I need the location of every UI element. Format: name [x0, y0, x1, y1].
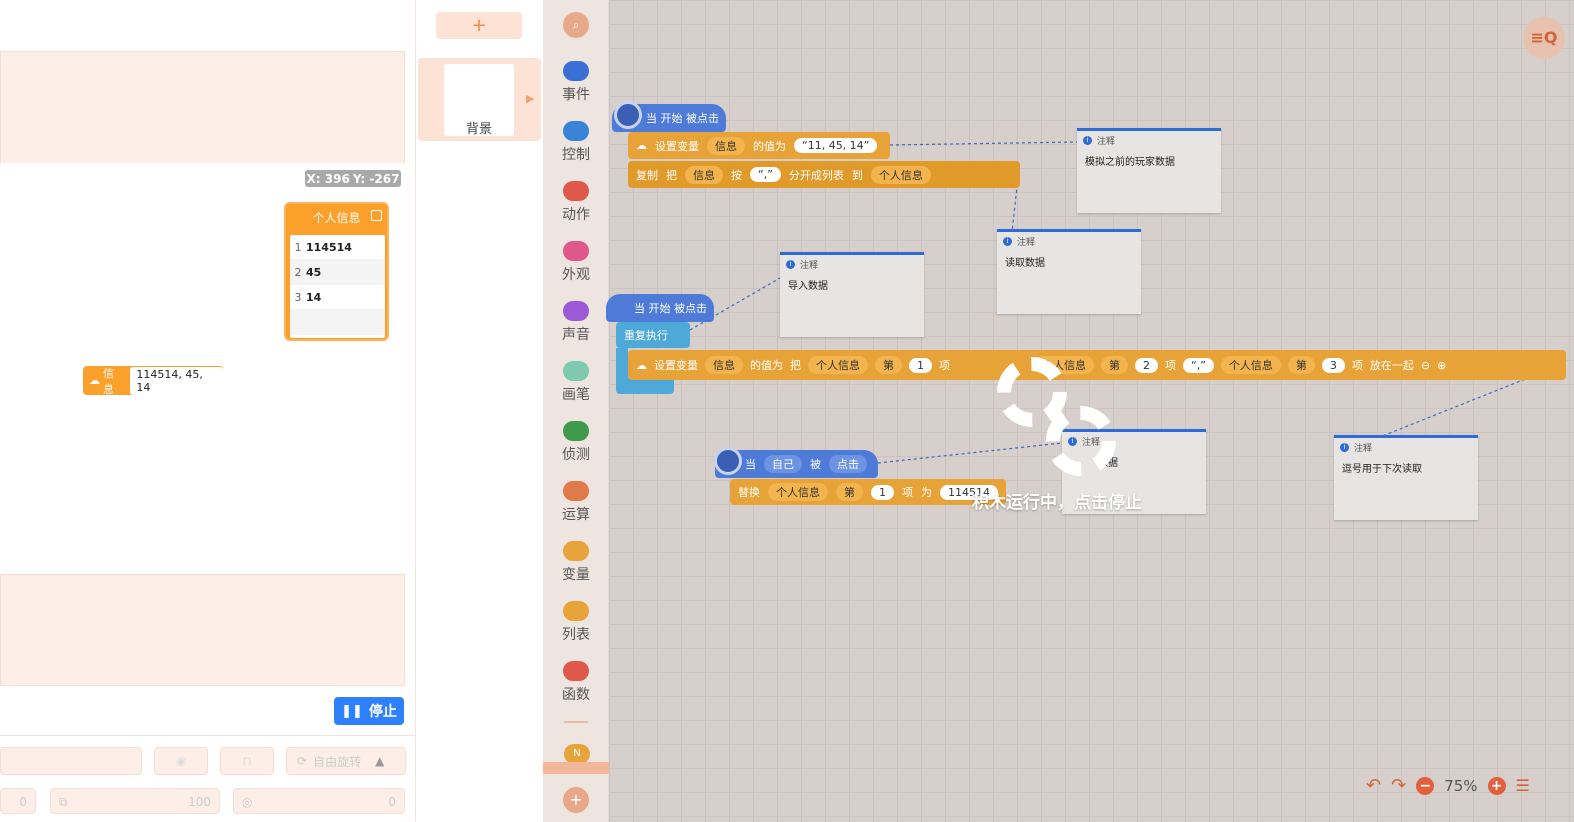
- running-message[interactable]: 积木运行中，点击停止: [972, 488, 1142, 513]
- index-input[interactable]: 1: [871, 484, 894, 500]
- cloud-icon: ☁: [636, 358, 647, 372]
- comment-note[interactable]: i 注释导入数据: [780, 252, 924, 337]
- info-icon: i: [1003, 236, 1012, 246]
- redo-icon[interactable]: ↷: [1391, 775, 1406, 796]
- block-label: 把: [790, 359, 801, 372]
- block-label: 复制: [636, 168, 658, 182]
- play-icon: [614, 101, 642, 129]
- block-label: 设置变量: [655, 139, 699, 153]
- zoom-out-button[interactable]: −: [1416, 776, 1435, 795]
- block-label: 的值为: [750, 359, 783, 372]
- block-label: 当: [745, 458, 756, 471]
- block-label: 项: [902, 486, 913, 499]
- zoom-controls: ↶ ↷ − 75% + ☰: [1366, 775, 1530, 796]
- info-icon: i: [786, 259, 795, 269]
- info-icon: i: [1083, 135, 1092, 145]
- variable-reporter[interactable]: 信息: [685, 165, 723, 184]
- repeat-forever-block[interactable]: 重复执行: [616, 322, 690, 348]
- split-to-list-block[interactable]: 复制 把 信息 按 “,” 分开成列表 到 个人信息: [628, 161, 1020, 188]
- hat-label: 当 开始 被点击: [634, 302, 707, 315]
- index-label: 第: [1101, 356, 1128, 374]
- block-label: 项: [1165, 359, 1176, 372]
- gear-icon: [1046, 406, 1116, 476]
- variable-dropdown[interactable]: 信息: [707, 136, 745, 155]
- sprite-dropdown[interactable]: 自己: [764, 455, 802, 473]
- block-label: 放在一起: [1369, 359, 1414, 372]
- block-label: 被: [810, 458, 821, 471]
- list-dropdown[interactable]: 个人信息: [808, 356, 868, 374]
- index-label: 第: [836, 483, 863, 501]
- list-dropdown[interactable]: 个人信息: [1220, 356, 1281, 374]
- index-label: 第: [1287, 356, 1315, 374]
- value-input[interactable]: “11, 45, 14”: [794, 138, 878, 153]
- zoom-in-button[interactable]: +: [1487, 776, 1506, 795]
- separator-input[interactable]: “,”: [750, 167, 781, 182]
- comment-note[interactable]: i 注释读取数据: [997, 229, 1141, 314]
- block-label: 重复执行: [624, 329, 668, 342]
- note-header: 注释: [1354, 443, 1373, 454]
- comment-note[interactable]: i 注释逗号用于下次读取: [1334, 435, 1478, 520]
- replace-list-item-block[interactable]: 替换 个人信息 第 1 项 为 114514: [730, 479, 1006, 505]
- undo-icon[interactable]: ↶: [1366, 775, 1381, 796]
- index-label: 第: [875, 356, 902, 374]
- index-input[interactable]: 3: [1321, 357, 1345, 373]
- comment-note[interactable]: i 注释模拟之前的玩家数据: [1077, 128, 1221, 213]
- block-label: 分开成列表: [788, 168, 844, 182]
- note-header: 注释: [1017, 237, 1036, 248]
- note-body[interactable]: 模拟之前的玩家数据: [1077, 149, 1221, 172]
- info-icon: i: [1340, 442, 1349, 452]
- block-label: 按: [731, 168, 742, 182]
- block-label: 把: [666, 168, 677, 182]
- cloud-icon: ☁: [636, 139, 647, 152]
- set-variable-block[interactable]: ☁ 设置变量 信息 的值为 “11, 45, 14”: [628, 132, 890, 159]
- block-label: 替换: [738, 486, 760, 499]
- event-dropdown[interactable]: 点击: [829, 455, 867, 473]
- minus-icon[interactable]: ⊖: [1421, 359, 1430, 372]
- note-body[interactable]: 逗号用于下次读取: [1334, 456, 1478, 479]
- list-dropdown[interactable]: 个人信息: [768, 483, 828, 501]
- zoom-level: 75%: [1444, 776, 1478, 795]
- variable-dropdown[interactable]: 信息: [705, 356, 743, 374]
- list-dropdown[interactable]: 个人信息: [870, 165, 931, 184]
- event-hat-block-start[interactable]: 当 开始 被点击: [606, 294, 714, 322]
- index-input[interactable]: 2: [1135, 357, 1158, 373]
- block-label: 设置变量: [654, 359, 698, 372]
- block-label: 的值为: [753, 139, 786, 153]
- block-label: 项: [939, 359, 950, 372]
- connector-lines: [689, 141, 1554, 464]
- index-input[interactable]: 1: [909, 357, 932, 373]
- separator-input[interactable]: “,”: [1183, 357, 1214, 373]
- note-body[interactable]: 读取数据: [997, 250, 1141, 273]
- block-label: 为: [921, 486, 932, 499]
- block-label: 项: [1351, 359, 1363, 372]
- set-variable-join-block[interactable]: ☁ 设置变量 信息 的值为 把 个人信息 第 1 项 个人信息 第 2 项 “,”…: [628, 350, 1566, 380]
- note-header: 注释: [800, 260, 819, 271]
- note-body[interactable]: 导入数据: [780, 273, 924, 296]
- note-header: 注释: [1097, 136, 1116, 147]
- block-label: 到: [851, 168, 863, 182]
- repeat-foot: [616, 378, 674, 394]
- repeat-arm: [616, 348, 628, 378]
- list-view-icon[interactable]: ☰: [1516, 776, 1530, 795]
- plus-icon[interactable]: ⊕: [1437, 359, 1446, 372]
- hat-label: 当 开始 被点击: [646, 112, 719, 125]
- pointer-icon: [714, 447, 742, 475]
